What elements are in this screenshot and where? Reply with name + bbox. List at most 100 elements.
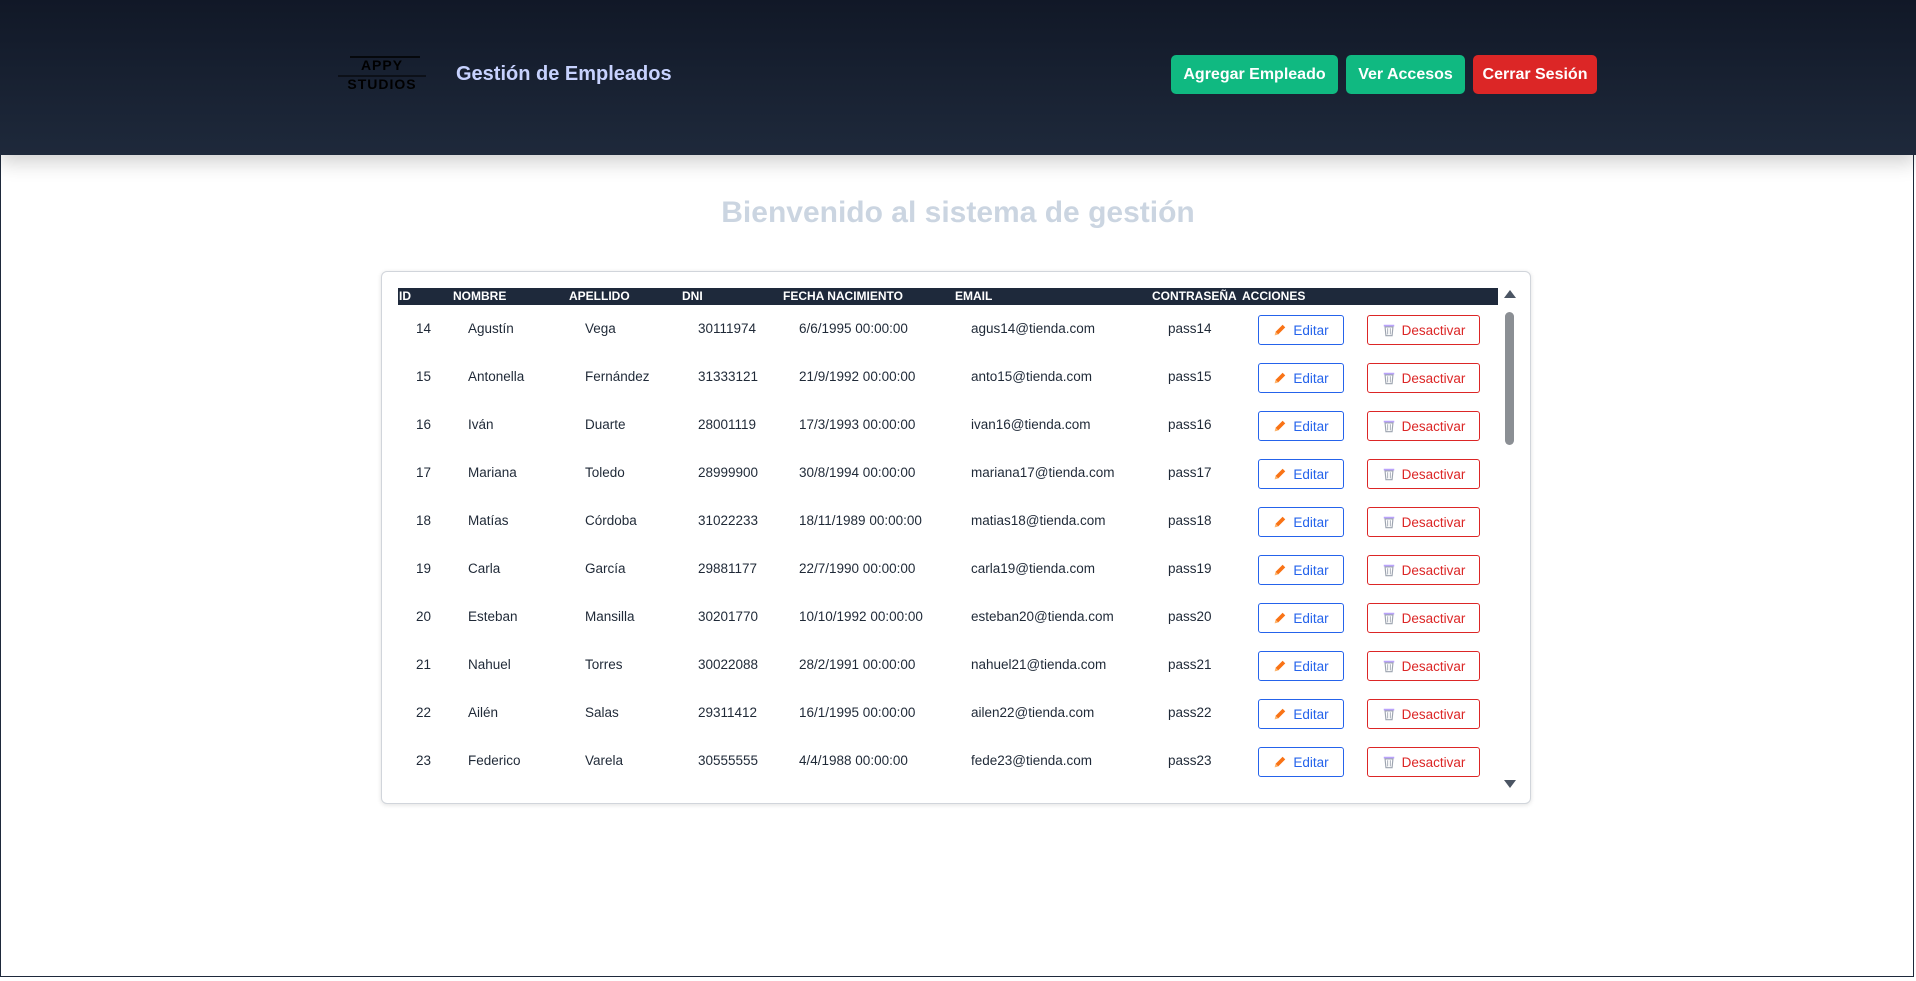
cell-fecha-nacimiento: 10/10/1992 00:00:00 [799, 609, 923, 624]
column-header-fecha-nacimiento: FECHA NACIMIENTO [783, 289, 903, 303]
table-row: 19 Carla García 29881177 22/7/1990 00:00:00 c… [398, 545, 1498, 593]
scroll-up-arrow-icon[interactable] [1504, 290, 1516, 298]
edit-button[interactable]: Editar [1258, 315, 1344, 345]
edit-button[interactable]: Editar [1258, 363, 1344, 393]
table-row: 21 Nahuel Torres 30022088 28/2/1991 00:00:00… [398, 641, 1498, 689]
cell-id: 21 [416, 657, 432, 672]
cell-fecha-nacimiento: 4/4/1988 00:00:00 [799, 753, 908, 768]
trash-icon [1383, 468, 1394, 481]
deactivate-button[interactable]: Desactivar [1367, 699, 1480, 729]
cell-dni: 31333121 [698, 369, 759, 384]
pencil-icon [1275, 372, 1286, 384]
deactivate-button[interactable]: Desactivar [1367, 651, 1480, 681]
deactivate-button[interactable]: Desactivar [1367, 315, 1480, 345]
edit-label: Editar [1293, 754, 1329, 770]
cell-contrasena: pass19 [1168, 561, 1212, 576]
trash-icon [1383, 564, 1394, 577]
trash-icon [1383, 372, 1394, 385]
trash-icon [1383, 756, 1394, 769]
deactivate-label: Desactivar [1401, 514, 1466, 530]
cell-dni: 30555555 [698, 753, 759, 768]
scroll-down-arrow-icon[interactable] [1504, 780, 1516, 788]
cell-id: 23 [416, 753, 432, 768]
cell-email: esteban20@tienda.com [971, 609, 1114, 624]
edit-label: Editar [1293, 610, 1329, 626]
cell-email: mariana17@tienda.com [971, 465, 1115, 480]
cell-email: ailen22@tienda.com [971, 705, 1095, 720]
cell-fecha-nacimiento: 18/11/1989 00:00:00 [799, 513, 922, 528]
scrollbar-thumb[interactable] [1505, 312, 1514, 445]
app-title: Gestión de Empleados [456, 63, 672, 85]
deactivate-button[interactable]: Desactivar [1367, 363, 1480, 393]
edit-button[interactable]: Editar [1258, 555, 1344, 585]
edit-button[interactable]: Editar [1258, 411, 1344, 441]
edit-label: Editar [1293, 418, 1329, 434]
deactivate-button[interactable]: Desactivar [1367, 459, 1480, 489]
add-employee-button[interactable]: Agregar Empleado [1171, 55, 1338, 94]
edit-label: Editar [1293, 514, 1329, 530]
deactivate-label: Desactivar [1401, 754, 1466, 770]
cell-nombre: Esteban [468, 609, 518, 624]
cell-apellido: Vega [585, 321, 616, 336]
deactivate-button[interactable]: Desactivar [1367, 507, 1480, 537]
cell-fecha-nacimiento: 6/6/1995 00:00:00 [799, 321, 908, 336]
cell-apellido: Mansilla [585, 609, 635, 624]
deactivate-button[interactable]: Desactivar [1367, 411, 1480, 441]
logout-button[interactable]: Cerrar Sesión [1473, 55, 1597, 94]
cell-id: 19 [416, 561, 432, 576]
deactivate-button[interactable]: Desactivar [1367, 747, 1480, 777]
deactivate-button[interactable]: Desactivar [1367, 555, 1480, 585]
cell-dni: 29311412 [698, 705, 758, 720]
pencil-icon [1275, 756, 1286, 768]
edit-label: Editar [1293, 562, 1329, 578]
table-scrollbar[interactable] [1501, 290, 1517, 788]
employees-table-card: ID NOMBRE APELLIDO DNI FECHA NACIMIENTO … [381, 271, 1531, 804]
cell-apellido: Toledo [585, 465, 625, 480]
table-row: 17 Mariana Toledo 28999900 30/8/1994 00:00:0… [398, 449, 1498, 497]
edit-button[interactable]: Editar [1258, 747, 1344, 777]
deactivate-label: Desactivar [1401, 610, 1466, 626]
cell-email: anto15@tienda.com [971, 369, 1093, 384]
edit-label: Editar [1293, 466, 1329, 482]
pencil-icon [1275, 468, 1286, 480]
cell-id: 17 [416, 465, 432, 480]
cell-nombre: Federico [468, 753, 521, 768]
cell-nombre: Antonella [468, 369, 525, 384]
cell-nombre: Ailén [468, 705, 499, 720]
pencil-icon [1275, 516, 1286, 528]
cell-fecha-nacimiento: 17/3/1993 00:00:00 [799, 417, 916, 432]
deactivate-button[interactable]: Desactivar [1367, 603, 1480, 633]
column-header-nombre: NOMBRE [453, 289, 507, 303]
edit-button[interactable]: Editar [1258, 603, 1344, 633]
edit-label: Editar [1293, 658, 1329, 674]
edit-button[interactable]: Editar [1258, 651, 1344, 681]
cell-email: agus14@tienda.com [971, 321, 1096, 336]
cell-email: carla19@tienda.com [971, 561, 1096, 576]
appy-studios-logo: APPY STUDIOS [338, 56, 426, 92]
svg-text:APPY: APPY [361, 57, 403, 73]
cell-apellido: Torres [585, 657, 623, 672]
cell-id: 22 [416, 705, 432, 720]
top-navbar: APPY STUDIOS Gestión de Empleados Agrega… [0, 0, 1916, 155]
cell-contrasena: pass23 [1168, 753, 1212, 768]
trash-icon [1383, 612, 1394, 625]
table-row: 22 Ailén Salas 29311412 16/1/1995 00:00:00 ai… [398, 689, 1498, 737]
cell-contrasena: pass17 [1168, 465, 1212, 480]
edit-button[interactable]: Editar [1258, 699, 1344, 729]
edit-button[interactable]: Editar [1258, 459, 1344, 489]
deactivate-label: Desactivar [1401, 418, 1466, 434]
column-header-contrasena: CONTRASEÑA [1152, 289, 1237, 303]
column-header-email: EMAIL [955, 289, 993, 303]
view-access-button[interactable]: Ver Accesos [1346, 55, 1465, 94]
deactivate-label: Desactivar [1401, 562, 1466, 578]
trash-icon [1383, 660, 1394, 673]
cell-id: 16 [416, 417, 432, 432]
cell-dni: 30022088 [698, 657, 759, 672]
cell-email: matias18@tienda.com [971, 513, 1106, 528]
cell-contrasena: pass21 [1168, 657, 1212, 672]
deactivate-label: Desactivar [1401, 370, 1466, 386]
cell-nombre: Nahuel [468, 657, 511, 672]
edit-button[interactable]: Editar [1258, 507, 1344, 537]
cell-id: 15 [416, 369, 432, 384]
pencil-icon [1275, 420, 1286, 432]
